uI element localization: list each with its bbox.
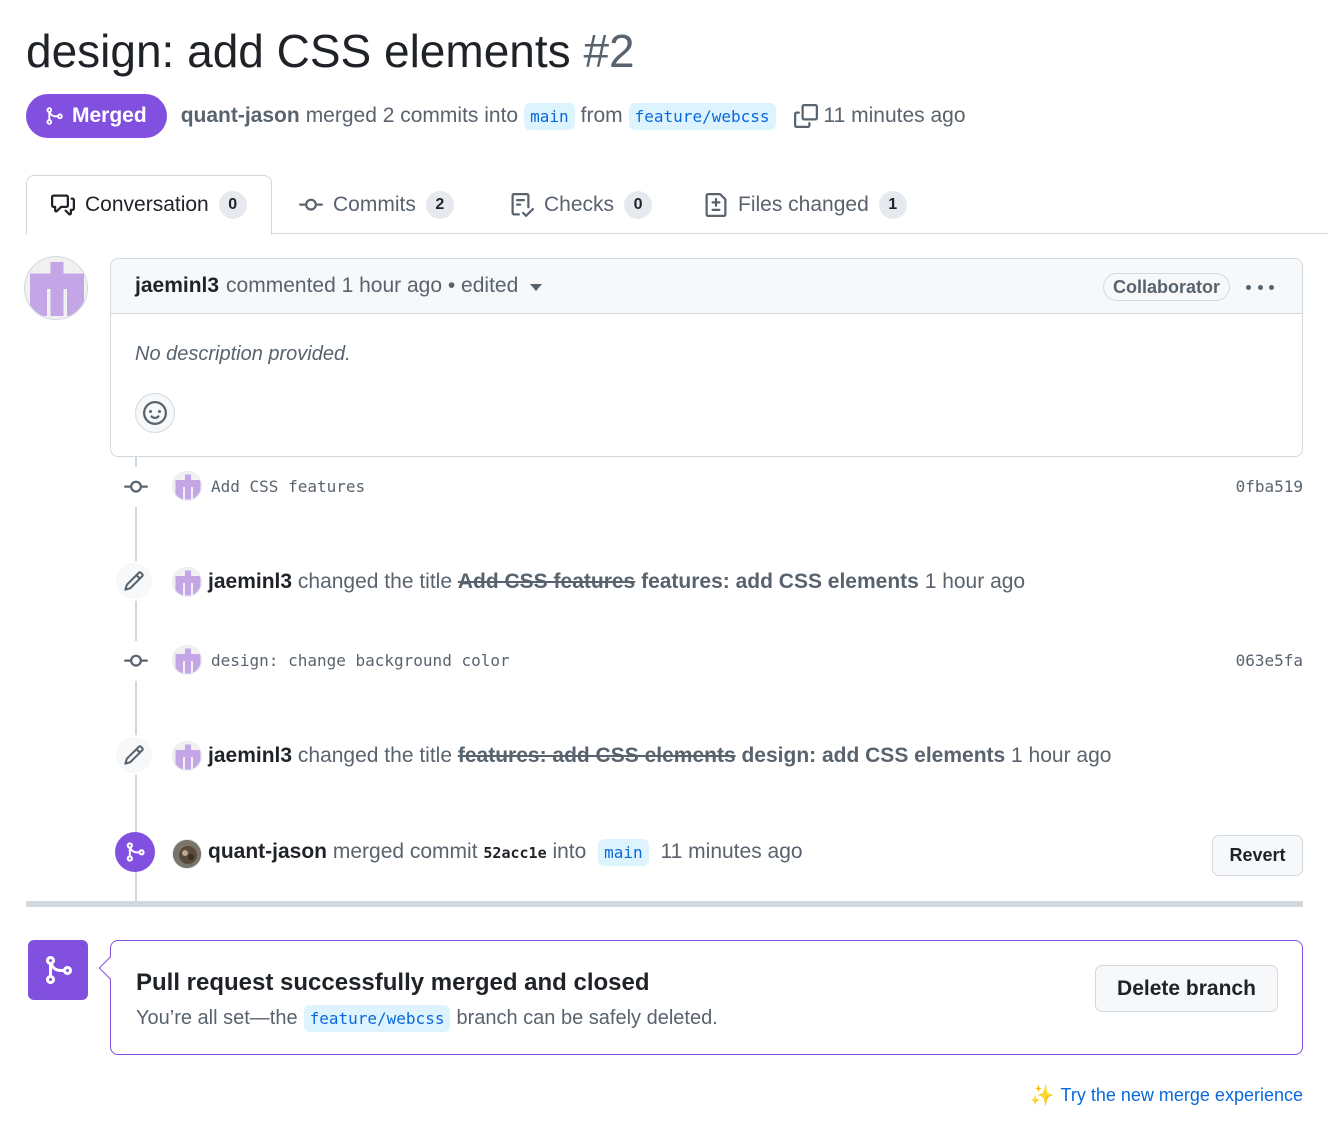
comment-action: commented: [226, 274, 336, 297]
comment-time[interactable]: 1 hour ago: [342, 274, 442, 298]
tab-commits[interactable]: Commits 2: [275, 175, 478, 234]
event-time[interactable]: 1 hour ago: [925, 570, 1025, 593]
merge-box-pointer: [98, 956, 122, 980]
base-branch-link[interactable]: main: [524, 102, 575, 130]
chevron-down-icon[interactable]: [530, 284, 543, 291]
event-time[interactable]: 1 hour ago: [1011, 744, 1111, 767]
old-title: Add CSS features: [457, 570, 636, 593]
merge-commit-sha-link[interactable]: 52acc1e: [483, 844, 546, 862]
timeline-divider: [26, 901, 1303, 907]
tab-counter: 2: [425, 190, 454, 219]
pr-tabs: Conversation 0 Commits 2 Checks 0 Files …: [26, 175, 1328, 235]
merge-time: 11 minutes ago: [823, 104, 966, 127]
copy-icon[interactable]: [793, 104, 818, 128]
delete-branch-button[interactable]: Delete branch: [1095, 965, 1278, 1012]
avatar[interactable]: [172, 645, 202, 675]
avatar[interactable]: [24, 256, 88, 320]
pr-author-link[interactable]: quant-jason: [181, 104, 300, 128]
smiley-icon[interactable]: [135, 393, 175, 433]
pr-meta: Merged quant-jason merged 2 commits into…: [26, 94, 966, 138]
event-action: merged commit: [332, 840, 478, 863]
comment-author-link[interactable]: jaeminl3: [135, 274, 219, 298]
event-author-link[interactable]: jaeminl3: [208, 744, 292, 767]
rename-event: jaeminl3 changed the title Add CSS featu…: [208, 570, 1025, 594]
git-merge-icon: [28, 940, 88, 1000]
tab-label: Files changed: [738, 192, 869, 216]
avatar[interactable]: [172, 741, 202, 771]
tab-counter: 0: [624, 190, 653, 219]
edited-dropdown[interactable]: • edited: [448, 274, 518, 298]
tab-files-changed[interactable]: Files changed 1: [680, 175, 931, 234]
merge-status-description: You’re all set—the feature/webcss branch…: [136, 1005, 718, 1032]
pencil-icon: [114, 735, 154, 775]
event-time[interactable]: 11 minutes ago: [661, 840, 803, 863]
git-merge-icon: [115, 832, 155, 872]
sparkles-icon: ✨: [1029, 1085, 1055, 1107]
pr-title: design: add CSS elements: [26, 25, 571, 77]
git-merge-icon: [46, 107, 63, 125]
merge-status-title: Pull request successfully merged and clo…: [136, 969, 650, 996]
tab-counter: 1: [878, 190, 907, 219]
comment-body: No description provided.: [135, 343, 351, 365]
into-text: into: [552, 840, 587, 863]
merge-event: quant-jason merged commit 52acc1e into m…: [208, 839, 803, 866]
collaborator-badge: Collaborator: [1102, 273, 1230, 301]
pr-number: #2: [583, 25, 635, 77]
new-title: features: add CSS elements: [641, 570, 919, 593]
head-branch-link[interactable]: feature/webcss: [303, 1005, 451, 1032]
git-commit-icon: [116, 467, 156, 507]
try-new-merge-link[interactable]: ✨ Try the new merge experience: [1030, 1083, 1303, 1108]
tab-counter: 0: [218, 191, 247, 219]
state-label: Merged: [72, 104, 147, 127]
page-title: design: add CSS elements #2: [26, 24, 635, 78]
old-title: features: add CSS elements: [457, 744, 736, 767]
desc-before: You’re all set—the: [136, 1007, 298, 1029]
try-link-label: Try the new merge experience: [1060, 1085, 1303, 1105]
tab-conversation[interactable]: Conversation 0: [26, 175, 272, 235]
kebab-horizontal-icon[interactable]: [1246, 277, 1274, 297]
git-commit-icon: [299, 198, 323, 211]
comment-box: jaeminl3 commented 1 hour ago • edited C…: [110, 258, 1303, 457]
revert-button[interactable]: Revert: [1212, 835, 1303, 876]
event-action: changed the title: [297, 570, 453, 593]
event-author-link[interactable]: quant-jason: [208, 840, 327, 863]
checklist-icon: [511, 192, 534, 217]
base-branch-link[interactable]: main: [598, 839, 649, 866]
commit-message-link[interactable]: Add CSS features: [211, 477, 365, 496]
commit-message-link[interactable]: design: change background color: [211, 651, 510, 670]
merged-text: merged 2 commits into: [305, 104, 519, 127]
commit-sha-link[interactable]: 0fba519: [1236, 477, 1303, 496]
comment-discussion-icon: [51, 194, 75, 216]
merge-status-box: Pull request successfully merged and clo…: [98, 940, 1303, 1055]
tab-label: Conversation: [85, 193, 209, 216]
commit-sha-link[interactable]: 063e5fa: [1236, 651, 1303, 670]
from-text: from: [580, 104, 623, 127]
new-title: design: add CSS elements: [741, 744, 1006, 767]
rename-event: jaeminl3 changed the title features: add…: [208, 744, 1111, 768]
event-action: changed the title: [297, 744, 453, 767]
tab-label: Checks: [544, 192, 615, 216]
pencil-icon: [114, 561, 154, 601]
tab-checks[interactable]: Checks 0: [486, 175, 676, 234]
file-diff-icon: [705, 192, 727, 217]
avatar[interactable]: [172, 839, 202, 869]
desc-after: branch can be safely deleted.: [456, 1007, 718, 1029]
git-commit-icon: [116, 641, 156, 681]
merged-state-badge: Merged: [26, 94, 167, 138]
head-branch-link[interactable]: feature/webcss: [628, 102, 776, 130]
avatar[interactable]: [172, 567, 202, 597]
tab-label: Commits: [333, 192, 416, 216]
avatar[interactable]: [172, 471, 202, 501]
event-author-link[interactable]: jaeminl3: [208, 570, 292, 593]
